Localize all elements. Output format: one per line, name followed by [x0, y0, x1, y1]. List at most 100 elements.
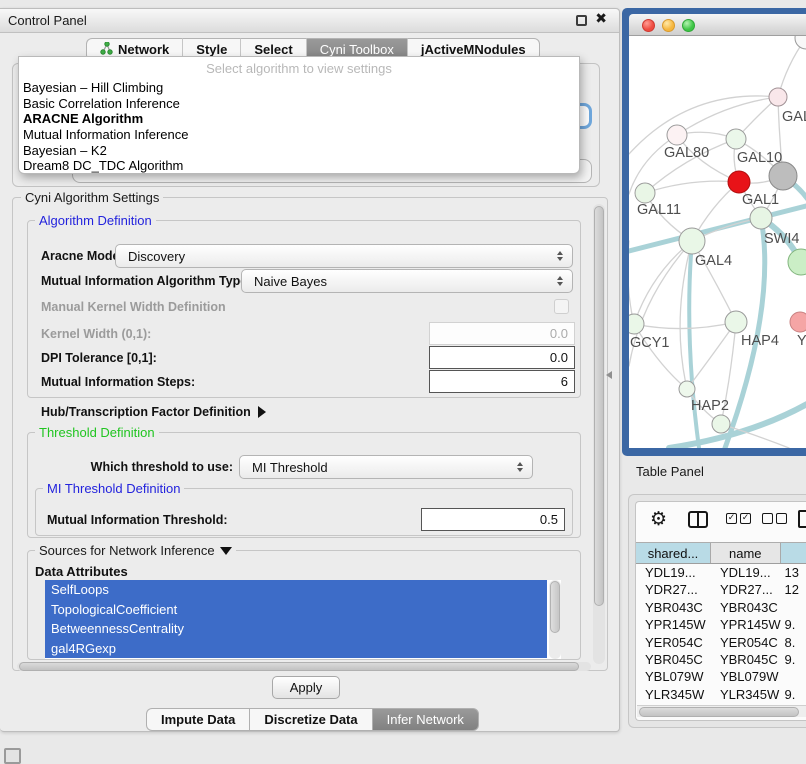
table-row[interactable]: YDL19...YDL19...13	[636, 564, 806, 581]
data-attributes-label: Data Attributes	[35, 564, 128, 580]
column-header[interactable]: name	[711, 543, 781, 563]
network-node-bottom-partial[interactable]	[712, 415, 730, 433]
hub-definition-toggle[interactable]: Hub/Transcription Factor Definition	[41, 404, 266, 420]
network-canvas[interactable]: GALGAL80GAL10GAL1GAL11SWI4GAL4GCY1HAP4YH…	[629, 36, 806, 448]
data-attribute-item[interactable]: TopologicalCoefficient	[45, 600, 547, 620]
table-cell: 13	[781, 564, 806, 581]
network-edge	[634, 324, 687, 389]
network-node-HAP2[interactable]	[679, 381, 695, 397]
node-label-Y: Y	[797, 333, 806, 349]
scrollbar-thumb[interactable]	[639, 707, 799, 717]
dropdown-item[interactable]: Bayesian – K2	[19, 143, 579, 159]
algorithm-dropdown-popup: Select algorithm to view settings Bayesi…	[18, 56, 580, 174]
network-node-SWI4[interactable]	[750, 207, 772, 229]
table-row[interactable]: YPR145WYPR145W9.	[636, 616, 806, 633]
deselect-all-icon[interactable]	[762, 513, 787, 524]
settings-vertical-scrollbar[interactable]	[593, 204, 605, 664]
network-node-top-partial[interactable]	[795, 36, 806, 49]
mi-steps-field[interactable]: 6	[429, 370, 575, 393]
network-view-window[interactable]: GALGAL80GAL10GAL1GAL11SWI4GAL4GCY1HAP4YH…	[622, 8, 806, 456]
sources-title-row[interactable]: Sources for Network Inference	[35, 543, 236, 558]
table-function-icon[interactable]	[798, 510, 806, 528]
table-cell: YER054C	[711, 634, 781, 651]
network-window-titlebar[interactable]	[629, 14, 806, 36]
table-row[interactable]: YBL079WYBL079W	[636, 668, 806, 685]
minimize-traffic-light[interactable]	[662, 19, 675, 32]
mi-threshold-field[interactable]: 0.5	[421, 508, 565, 531]
select-all-icon[interactable]: ✓ ✓	[726, 513, 751, 524]
table-horizontal-scrollbar[interactable]	[637, 705, 806, 717]
network-node-pink-right[interactable]	[790, 312, 806, 332]
tab-label: jActiveMNodules	[421, 42, 526, 57]
network-node-GCY1[interactable]	[629, 314, 644, 334]
settings-horizontal-scrollbar[interactable]	[17, 662, 591, 671]
tab-label: Select	[254, 42, 292, 57]
dropdown-item[interactable]: ARACNE Algorithm	[19, 111, 579, 127]
network-edge	[689, 241, 699, 448]
cyni-algorithm-settings-panel: Cyni Algorithm Settings Algorithm Defini…	[12, 197, 608, 671]
node-table: shared...name YDL19...YDL19...13YDR27...…	[636, 542, 806, 705]
network-node-HAP4[interactable]	[725, 311, 747, 333]
manual-kernel-width-checkbox[interactable]	[554, 299, 569, 314]
table-panel: ⚙ ✓ ✓ shared...name YDL19...YDL19...13YD…	[628, 494, 806, 728]
zoom-traffic-light[interactable]	[682, 19, 695, 32]
which-threshold-select[interactable]: MI Threshold	[239, 455, 533, 479]
column-header[interactable]: shared...	[636, 543, 711, 563]
collapse-down-icon	[220, 547, 232, 555]
apply-button[interactable]: Apply	[272, 676, 340, 699]
hub-definition-label: Hub/Transcription Factor Definition	[41, 404, 251, 420]
dropdown-item[interactable]: Dream8 DC_TDC Algorithm	[19, 158, 579, 174]
list-vertical-scrollbar[interactable]	[549, 580, 561, 659]
table-row[interactable]: YER054CYER054C8.	[636, 634, 806, 651]
dpi-tolerance-label: DPI Tolerance [0,1]:	[41, 346, 157, 370]
table-row[interactable]: YBR043CYBR043C	[636, 599, 806, 616]
scrollbar-thumb[interactable]	[19, 662, 579, 671]
network-node-GAL10[interactable]	[726, 129, 746, 149]
splitter-handle[interactable]	[606, 371, 612, 379]
mi-algorithm-type-select[interactable]: Naive Bayes	[241, 269, 573, 293]
dpi-tolerance-field[interactable]: 0.0	[429, 346, 575, 369]
dropdown-item[interactable]: Bayesian – Hill Climbing	[19, 80, 579, 96]
network-node-GAL11[interactable]	[635, 183, 655, 203]
aracne-mode-select[interactable]: Discovery	[115, 244, 573, 268]
table-cell: YBR045C	[636, 651, 711, 668]
close-traffic-light[interactable]	[642, 19, 655, 32]
network-node-GAL4[interactable]	[679, 228, 705, 254]
table-row[interactable]: YDR27...YDR27...12	[636, 581, 806, 598]
manual-kernel-width-label: Manual Kernel Width Definition	[41, 298, 226, 316]
data-attributes-list: SelfLoopsTopologicalCoefficientBetweenne…	[45, 580, 561, 659]
float-window-icon[interactable]	[576, 15, 587, 26]
table-cell	[781, 599, 806, 616]
settings-gear-icon[interactable]: ⚙	[650, 508, 667, 530]
tab-infer-network[interactable]: Infer Network	[372, 708, 479, 731]
tab-discretize-data[interactable]: Discretize Data	[249, 708, 371, 731]
network-node-GAL1[interactable]	[728, 171, 750, 193]
control-panel-titlebar[interactable]: Control Panel ✖	[0, 9, 619, 33]
column-header[interactable]	[781, 543, 806, 563]
tab-impute-data[interactable]: Impute Data	[146, 708, 249, 731]
data-attribute-item[interactable]: gal4RGexp	[45, 639, 547, 659]
node-label-GCY1: GCY1	[630, 335, 670, 351]
network-node-GAL80[interactable]	[667, 125, 687, 145]
dropdown-item[interactable]: Basic Correlation Inference	[19, 96, 579, 112]
column-layout-icon[interactable]	[688, 511, 708, 528]
network-node-pink-top[interactable]	[769, 88, 787, 106]
which-threshold-label: Which threshold to use:	[81, 455, 233, 479]
close-icon[interactable]: ✖	[595, 11, 607, 27]
scrollbar-thumb[interactable]	[594, 206, 604, 606]
network-edge	[629, 135, 677, 194]
kernel-width-field[interactable]: 0.0	[429, 322, 575, 345]
network-node-right-green[interactable]	[788, 249, 806, 275]
table-cell: YPR145W	[711, 616, 781, 633]
data-attribute-item[interactable]: SelfLoops	[45, 580, 547, 600]
scrollbar-thumb[interactable]	[550, 581, 560, 633]
table-cell: YBR043C	[636, 599, 711, 616]
algorithm-dropdown-items: Bayesian – Hill ClimbingBasic Correlatio…	[19, 80, 579, 174]
table-row[interactable]: YBR045CYBR045C9.	[636, 651, 806, 668]
dropdown-item[interactable]: Mutual Information Inference	[19, 127, 579, 143]
node-label-GAL80: GAL80	[664, 145, 709, 161]
table-row[interactable]: YLR345WYLR345W9.	[636, 686, 806, 703]
data-attribute-item[interactable]: BetweennessCentrality	[45, 619, 547, 639]
settings-panel-title: Cyni Algorithm Settings	[21, 190, 163, 205]
network-node-gray-node[interactable]	[769, 162, 797, 190]
